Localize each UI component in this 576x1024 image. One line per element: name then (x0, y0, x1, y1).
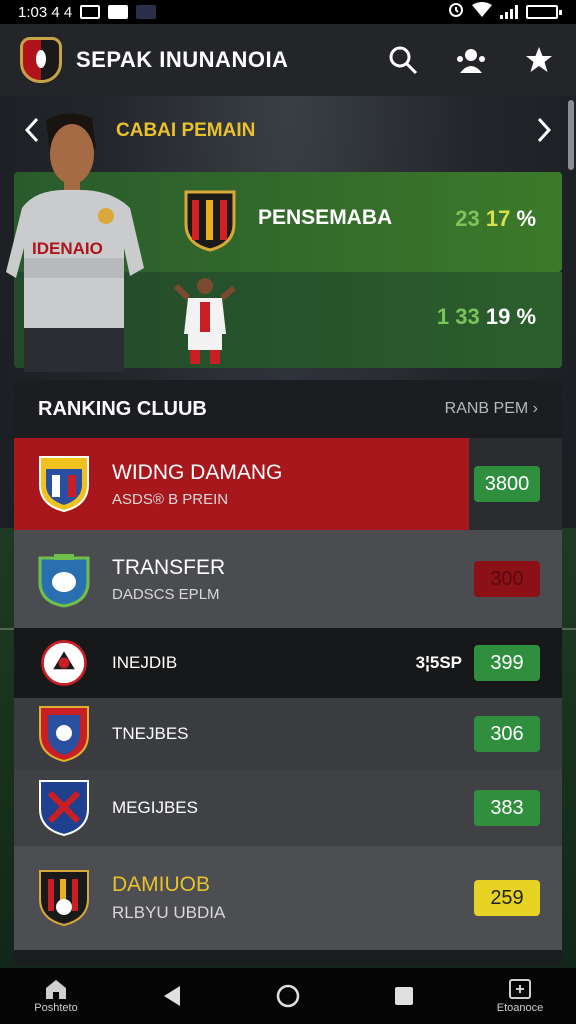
app-notification-icon (136, 5, 157, 19)
signal-icon (500, 5, 518, 19)
player-thumbnail-icon (173, 278, 236, 364)
favorite-icon[interactable] (522, 43, 556, 77)
ranking-row[interactable]: TNEJBES 306 (14, 698, 562, 770)
club-crest-icon (184, 190, 236, 252)
club-subtitle: ASDS® B PREIN (112, 490, 229, 508)
club-crest-icon (39, 456, 89, 513)
status-right (448, 2, 562, 22)
nav-recents[interactable] (372, 985, 436, 1007)
club-extra-stat: 3¦5SP (415, 653, 462, 672)
status-bar: 1:03 4 4 (0, 0, 576, 24)
app-logo (20, 37, 62, 83)
ranking-row[interactable]: WIDNG DAMANG ASDS® B PREIN 3800 (14, 438, 562, 530)
club-subtitle: DADSCS EPLM (112, 585, 220, 603)
navigation-bar: Poshteto Etoanoce (0, 968, 576, 1024)
club-score-badge: 259 (474, 880, 540, 916)
ranking-row[interactable]: TRANSFER DADSCS EPLM 300 (14, 530, 562, 628)
alarm-icon (448, 2, 464, 22)
club-crest-icon (39, 780, 89, 837)
nav-home-label: Poshteto (34, 1002, 78, 1014)
share-icon (509, 979, 531, 999)
club-name: MEGIJBES (112, 798, 198, 817)
match-stat: 23 17 % (455, 206, 536, 231)
back-icon (164, 986, 180, 1006)
nav-home[interactable]: Poshteto (24, 978, 88, 1014)
nav-back[interactable] (140, 985, 204, 1007)
match-club-name: PENSEMABA (258, 206, 393, 229)
ranking-more-link[interactable]: RANB PEM › (445, 400, 538, 418)
nav-settings[interactable]: Etoanoce (488, 978, 552, 1014)
app-title: SEPAK INUNANOIA (76, 47, 289, 72)
nav-home-button[interactable] (256, 983, 320, 1009)
club-name: WIDNG DAMANG (112, 460, 283, 484)
club-score-badge: 3800 (474, 466, 540, 502)
chevron-right-icon: › (532, 400, 538, 417)
club-names: DAMIUOB RLBYU UBDIA (112, 873, 225, 923)
club-name: DAMIUOB (112, 873, 211, 896)
club-crest-icon (39, 870, 89, 927)
ranking-title: RANKING CLUUB (38, 397, 207, 420)
nav-settings-label: Etoanoce (496, 1002, 544, 1014)
club-subtitle: RLBYU UBDIA (112, 903, 226, 922)
club-name: INEJDIB (112, 653, 178, 672)
app-actions (386, 43, 556, 77)
notification-icon (80, 5, 101, 19)
scrollbar-thumb[interactable] (568, 100, 574, 170)
match-stat: 1 33 19 % (436, 304, 536, 329)
app-bar: SEPAK INUNANOIA (0, 24, 576, 96)
club-names: TRANSFER DADSCS EPLM (112, 556, 225, 603)
ranking-row[interactable]: DAMIUOB RLBYU UBDIA 259 (14, 846, 562, 950)
club-name: TRANSFER (112, 555, 226, 579)
ranking-header: RANKING CLUUB RANB PEM › (14, 380, 562, 438)
club-names: WIDNG DAMANG ASDS® B PREIN (112, 461, 282, 508)
featured-player-image: IDENAIO (6, 113, 144, 372)
status-time: 1:03 4 4 (18, 3, 73, 21)
search-icon[interactable] (386, 43, 420, 77)
svg-text:IDENAIO: IDENAIO (32, 239, 103, 258)
ranking-row[interactable]: MEGIJBES 383 (14, 770, 562, 846)
circle-home-icon (276, 984, 300, 1008)
club-crest-icon (39, 706, 89, 763)
media-icon (108, 5, 129, 19)
club-crest-icon (41, 640, 87, 686)
recents-icon (395, 987, 413, 1005)
club-score-badge: 383 (474, 790, 540, 826)
home-icon (46, 980, 66, 999)
club-score-badge: 399 (474, 645, 540, 681)
community-icon[interactable] (454, 43, 488, 77)
battery-icon (526, 5, 562, 19)
club-score-badge: 306 (474, 716, 540, 752)
wifi-icon (472, 2, 492, 22)
chevron-right-icon[interactable] (536, 117, 552, 148)
club-name: TNEJBES (112, 724, 189, 743)
club-score-badge: 300 (474, 561, 540, 597)
status-left: 1:03 4 4 (18, 3, 157, 21)
ranking-row[interactable]: INEJDIB 3¦5SP 399 (14, 628, 562, 698)
featured-section: CABAI PEMAIN PENSEMABA 23 17 % 1 33 19 %… (0, 96, 576, 376)
ranking-panel: RANKING CLUUB RANB PEM › WIDNG DAMANG AS… (14, 380, 562, 966)
club-crest-icon (38, 554, 90, 608)
